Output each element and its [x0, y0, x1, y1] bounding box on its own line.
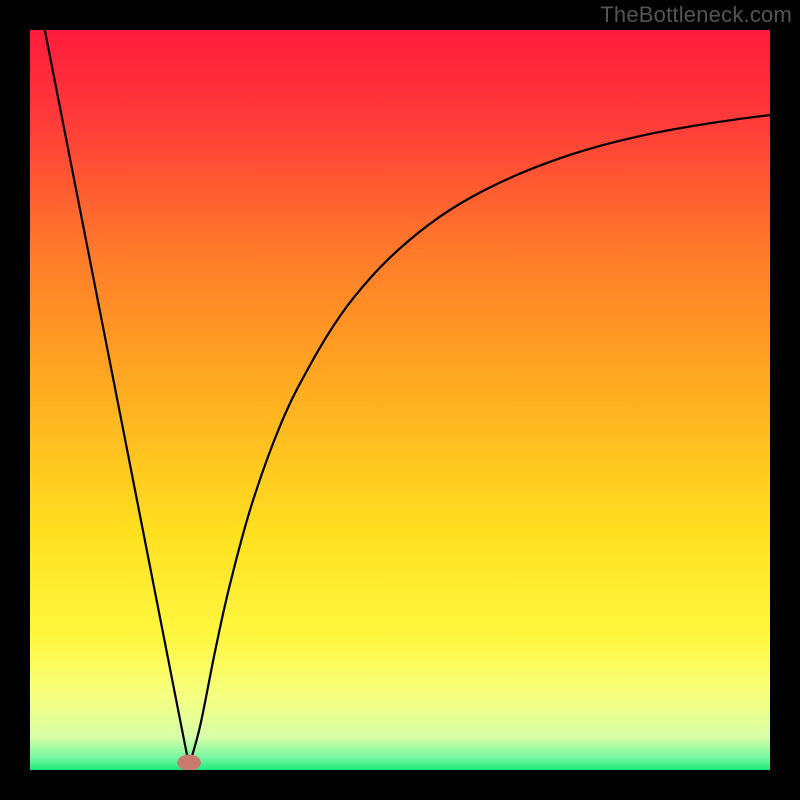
minimum-marker	[177, 754, 201, 770]
chart-svg	[30, 30, 770, 770]
chart-frame: TheBottleneck.com	[0, 0, 800, 800]
gradient-background	[30, 30, 770, 770]
plot-area	[30, 30, 770, 770]
watermark-text: TheBottleneck.com	[600, 2, 792, 28]
